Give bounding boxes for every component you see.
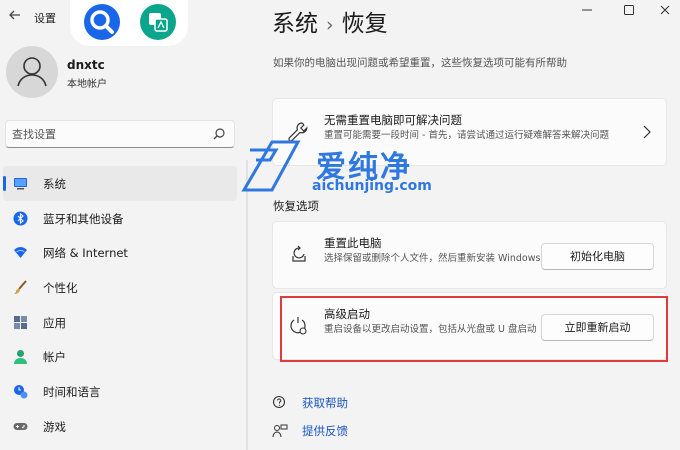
reset-pc-icon	[292, 245, 306, 262]
reset-pc-card: 重置此电脑 选择保留或删除个人文件，然后重新安装 Windows 初始化电脑	[272, 221, 667, 289]
app-title: 设置	[34, 12, 56, 25]
search-circle-icon[interactable]	[84, 4, 120, 40]
sidebar-item-personalization[interactable]: 个性化	[3, 270, 237, 305]
card-title: 无需重置电脑即可解决问题	[324, 113, 462, 127]
watermark-url: aichunjing.com	[312, 178, 432, 194]
brush-icon	[14, 280, 27, 295]
sidebar-item-label: 个性化	[43, 281, 78, 296]
user-name: dnxtc	[67, 58, 105, 72]
active-indicator	[3, 176, 6, 191]
breadcrumb: 系统 › 恢复	[272, 4, 388, 38]
maximize-icon	[624, 5, 634, 15]
system-icon	[14, 178, 27, 190]
reset-pc-button[interactable]: 初始化电脑	[541, 243, 654, 270]
breadcrumb-parent[interactable]: 系统	[272, 11, 318, 37]
sidebar-item-accounts[interactable]: 帐户	[3, 339, 237, 374]
sidebar-item-system[interactable]: 系统	[3, 166, 237, 201]
breadcrumb-separator: ›	[326, 14, 334, 36]
help-icon	[272, 395, 286, 409]
sidebar-item-gaming[interactable]: 游戏	[3, 409, 237, 444]
back-arrow-icon	[9, 10, 20, 20]
search-input[interactable]	[12, 125, 208, 143]
link-label[interactable]: 获取帮助	[302, 395, 348, 411]
floating-toolbar	[70, 0, 188, 46]
back-button[interactable]	[6, 8, 24, 26]
chevron-right-icon	[643, 125, 651, 139]
search-box[interactable]	[5, 120, 235, 148]
maximize-button[interactable]	[614, 4, 644, 20]
sidebar-item-bluetooth[interactable]: 蓝牙和其他设备	[3, 201, 237, 236]
card-title: 重置此电脑	[324, 236, 382, 250]
wifi-icon	[14, 247, 27, 259]
sidebar-item-network[interactable]: 网络 & Internet	[3, 235, 237, 270]
sidebar-item-time-language[interactable]: 时间和语言	[3, 374, 237, 409]
bluetooth-icon	[13, 211, 28, 226]
account-icon	[14, 350, 27, 365]
sidebar-item-label: 系统	[43, 177, 66, 191]
pane-divider	[246, 160, 248, 450]
highlight-annotation	[280, 296, 668, 362]
page-title: 恢复	[341, 11, 388, 37]
gamepad-icon	[13, 422, 28, 430]
clock-globe-icon	[14, 385, 28, 399]
card-description: 选择保留或删除个人文件，然后重新安装 Windows	[324, 253, 541, 264]
sidebar-item-label: 应用	[43, 315, 66, 330]
close-icon	[660, 5, 670, 15]
sidebar-item-apps[interactable]: 应用	[3, 305, 237, 340]
person-icon	[17, 57, 47, 87]
translate-icon[interactable]	[140, 4, 176, 40]
sidebar-item-label: 网络 & Internet	[43, 246, 128, 261]
account-type: 本地帐户	[67, 79, 107, 90]
sidebar-item-label: 帐户	[43, 350, 66, 365]
minimize-icon	[582, 9, 592, 11]
apps-icon	[14, 315, 27, 329]
page-description: 如果你的电脑出现问题或希望重置，这些恢复选项可能有所帮助	[273, 57, 567, 69]
avatar[interactable]	[6, 46, 58, 98]
section-title: 恢复选项	[273, 199, 319, 213]
watermark: 爱纯净 aichunjing.com	[236, 136, 436, 200]
close-button[interactable]	[650, 4, 680, 20]
minimize-button[interactable]	[572, 4, 602, 20]
sidebar-nav: 系统 蓝牙和其他设备 网络 & Internet 个性化 应用 帐户 时间和语言…	[0, 166, 240, 444]
sidebar-item-label: 蓝牙和其他设备	[43, 211, 124, 226]
search-icon[interactable]	[212, 127, 226, 141]
link-label[interactable]: 提供反馈	[302, 423, 348, 439]
sidebar-item-label: 时间和语言	[43, 385, 101, 400]
watermark-logo-icon	[241, 140, 301, 192]
feedback-icon	[272, 424, 288, 438]
sidebar-item-label: 游戏	[43, 419, 66, 434]
